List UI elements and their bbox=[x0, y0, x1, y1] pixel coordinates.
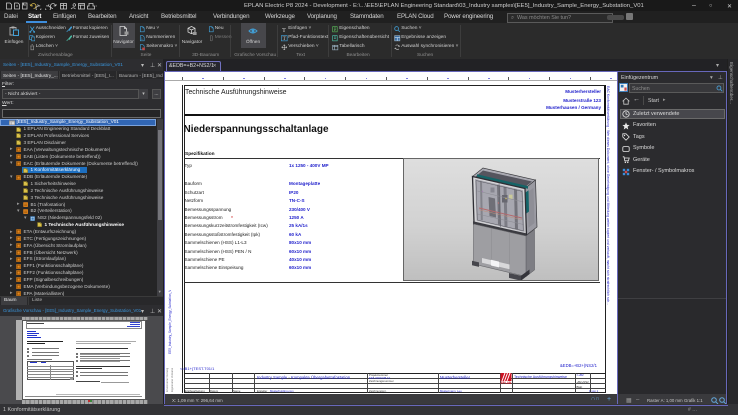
svg-text:1: 1 bbox=[141, 37, 143, 41]
svg-text:T: T bbox=[282, 27, 286, 33]
svg-text:EPLAN: EPLAN bbox=[501, 381, 513, 384]
